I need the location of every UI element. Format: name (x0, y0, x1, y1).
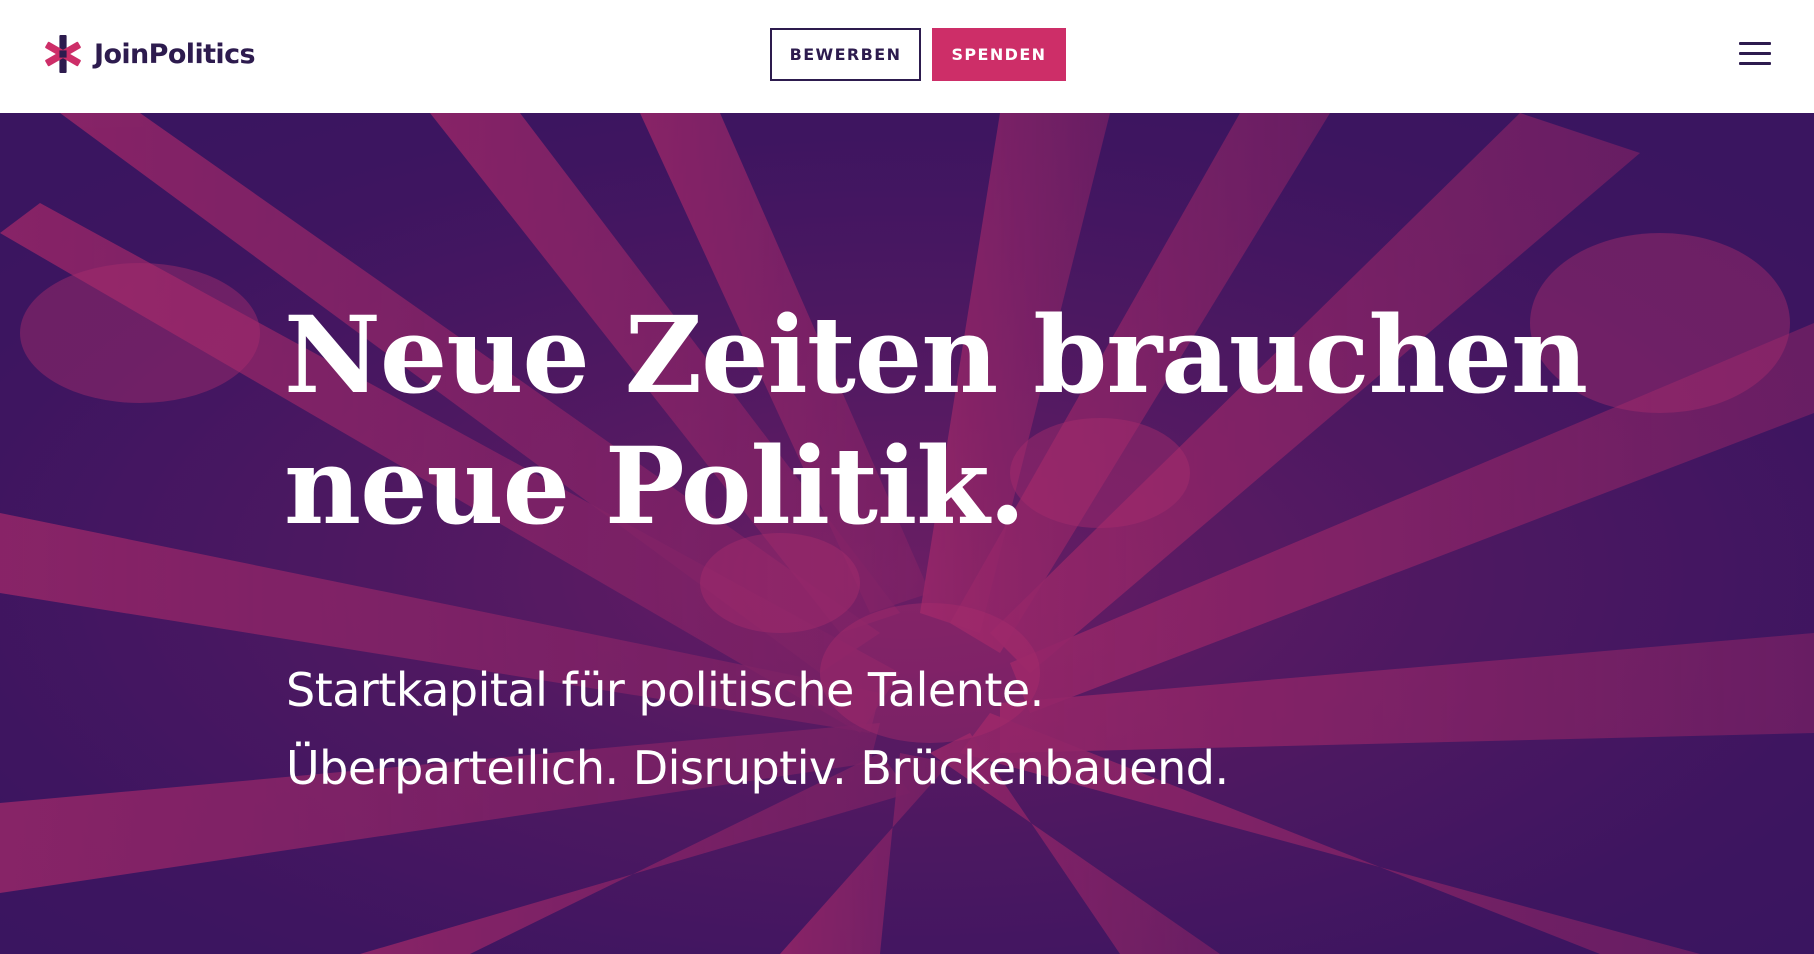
menu-bar-top (1739, 42, 1771, 45)
asterisk-logo-icon (45, 35, 81, 73)
hero-headline-line-1: Neue Zeiten brauchen (284, 292, 1588, 417)
hero-subheadline: Startkapital für politische Talente. Übe… (286, 651, 1586, 807)
hero-subheadline-line-1: Startkapital für politische Talente. (286, 663, 1044, 717)
hero-headline-line-2: neue Politik. (284, 423, 1026, 548)
menu-bar-middle (1739, 52, 1771, 55)
menu-bar-bottom (1739, 62, 1771, 65)
site-header: JoinPolitics BEWERBEN SPENDEN (0, 0, 1814, 113)
hamburger-menu-icon[interactable] (1739, 41, 1771, 67)
logo-link[interactable]: JoinPolitics (42, 34, 256, 74)
hero-subheadline-line-2: Überparteilich. Disruptiv. Brückenbauend… (286, 741, 1229, 795)
donate-button[interactable]: SPENDEN (932, 28, 1066, 81)
header-cta-group: BEWERBEN SPENDEN (770, 28, 1066, 81)
apply-button[interactable]: BEWERBEN (770, 28, 921, 81)
logo-wordmark: JoinPolitics (94, 38, 256, 70)
hero-headline: Neue Zeiten brauchen neue Politik. (284, 289, 1588, 551)
hero-section: Neue Zeiten brauchen neue Politik. Start… (0, 113, 1814, 954)
